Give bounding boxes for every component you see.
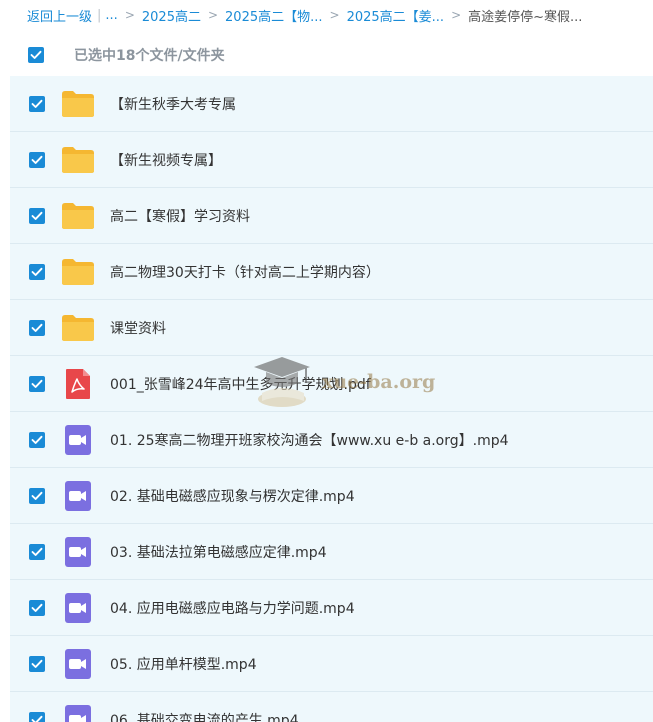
file-list: 【新生秋季大考专属 【新生视频专属】高二【寒假】学习资料高二物理30天打卡（针对高… xyxy=(10,76,653,722)
back-link[interactable]: 返回上一级 xyxy=(27,6,92,25)
file-name[interactable]: 001_张雪峰24年高中生多元升学规划.pdf xyxy=(110,374,371,394)
row-checkbox[interactable] xyxy=(29,151,45,168)
file-name[interactable]: 【新生视频专属】 xyxy=(110,150,222,170)
checkmark-icon xyxy=(31,267,43,276)
file-name[interactable]: 02. 基础电磁感应现象与楞次定律.mp4 xyxy=(110,486,355,506)
checkmark-icon xyxy=(31,491,43,500)
checkmark-icon xyxy=(31,659,43,668)
folder-icon xyxy=(62,146,94,173)
folder-icon-wrapper xyxy=(61,143,95,177)
video-icon-wrapper xyxy=(61,703,95,722)
chevron-right-icon: > xyxy=(124,8,135,22)
file-row[interactable]: 06. 基础交变电流的产生.mp4 xyxy=(10,692,653,722)
row-checkbox[interactable] xyxy=(29,207,45,224)
selection-bar: 已选中18个文件/文件夹 xyxy=(10,34,653,76)
file-name[interactable]: 高二【寒假】学习资料 xyxy=(110,206,250,226)
select-all-checkbox[interactable] xyxy=(28,47,44,63)
checkmark-icon xyxy=(31,323,43,332)
file-name[interactable]: 04. 应用电磁感应电路与力学问题.mp4 xyxy=(110,598,355,618)
chevron-right-icon: > xyxy=(329,8,340,22)
row-checkbox[interactable] xyxy=(29,599,45,616)
row-checkbox[interactable] xyxy=(29,95,45,112)
file-name[interactable]: 高二物理30天打卡（针对高二上学期内容） xyxy=(110,262,380,282)
folder-icon-wrapper xyxy=(61,87,95,121)
selection-count-text: 已选中18个文件/文件夹 xyxy=(74,48,225,64)
folder-icon xyxy=(62,258,94,285)
breadcrumb-item[interactable]: 2025高二【姜... xyxy=(347,6,444,25)
folder-icon xyxy=(62,202,94,229)
file-name[interactable]: 06. 基础交变电流的产生.mp4 xyxy=(110,710,299,722)
breadcrumb-ellipsis[interactable]: ... xyxy=(105,8,117,23)
breadcrumb-item[interactable]: 2025高二【物... xyxy=(225,6,322,25)
breadcrumb-item[interactable]: 2025高二 xyxy=(142,6,201,25)
file-row[interactable]: 高二【寒假】学习资料 xyxy=(10,188,653,244)
row-checkbox[interactable] xyxy=(29,487,45,504)
video-file-icon xyxy=(65,704,91,722)
pdf-icon xyxy=(66,368,90,399)
file-row[interactable]: 001_张雪峰24年高中生多元升学规划.pdf xyxy=(10,356,653,412)
file-name[interactable]: 【新生秋季大考专属 xyxy=(110,94,236,114)
file-name[interactable]: 01. 25寒高二物理开班家校沟通会【www.xu e-b a.org】.mp4 xyxy=(110,430,509,450)
file-row[interactable]: 课堂资料 xyxy=(10,300,653,356)
video-icon-wrapper xyxy=(61,479,95,513)
file-row[interactable]: 04. 应用电磁感应电路与力学问题.mp4 xyxy=(10,580,653,636)
breadcrumb-current: 高途姜停停~寒假... xyxy=(468,9,583,25)
file-row[interactable]: 01. 25寒高二物理开班家校沟通会【www.xu e-b a.org】.mp4 xyxy=(10,412,653,468)
file-row[interactable]: 【新生秋季大考专属 xyxy=(10,76,653,132)
pdf-icon-wrapper xyxy=(61,367,95,401)
video-file-icon xyxy=(65,592,91,623)
breadcrumb: 返回上一级 | ... > 2025高二 > 2025高二【物... > 202… xyxy=(0,0,653,30)
row-checkbox[interactable] xyxy=(29,655,45,672)
video-file-icon xyxy=(65,424,91,455)
row-checkbox[interactable] xyxy=(29,375,45,392)
checkmark-icon xyxy=(31,99,43,108)
video-icon-wrapper xyxy=(61,423,95,457)
folder-icon xyxy=(62,90,94,117)
video-file-icon xyxy=(65,536,91,567)
row-checkbox[interactable] xyxy=(29,263,45,280)
folder-icon-wrapper xyxy=(61,255,95,289)
row-checkbox[interactable] xyxy=(29,711,45,722)
file-row[interactable]: 02. 基础电磁感应现象与楞次定律.mp4 xyxy=(10,468,653,524)
checkmark-icon xyxy=(31,547,43,556)
file-row[interactable]: 03. 基础法拉第电磁感应定律.mp4 xyxy=(10,524,653,580)
folder-icon xyxy=(62,314,94,341)
checkmark-icon xyxy=(31,155,43,164)
file-name[interactable]: 05. 应用单杆模型.mp4 xyxy=(110,654,257,674)
chevron-right-icon: > xyxy=(451,8,462,22)
file-row[interactable]: 高二物理30天打卡（针对高二上学期内容） xyxy=(10,244,653,300)
row-checkbox[interactable] xyxy=(29,543,45,560)
folder-icon-wrapper xyxy=(61,311,95,345)
file-row[interactable]: 05. 应用单杆模型.mp4 xyxy=(10,636,653,692)
file-row[interactable]: 【新生视频专属】 xyxy=(10,132,653,188)
row-checkbox[interactable] xyxy=(29,431,45,448)
video-icon-wrapper xyxy=(61,591,95,625)
checkmark-icon xyxy=(30,50,42,59)
checkmark-icon xyxy=(31,435,43,444)
folder-icon-wrapper xyxy=(61,199,95,233)
checkmark-icon xyxy=(31,379,43,388)
video-file-icon xyxy=(65,648,91,679)
file-name[interactable]: 03. 基础法拉第电磁感应定律.mp4 xyxy=(110,542,327,562)
checkmark-icon xyxy=(31,715,43,722)
checkmark-icon xyxy=(31,603,43,612)
checkmark-icon xyxy=(31,211,43,220)
chevron-right-icon: > xyxy=(207,8,219,22)
video-file-icon xyxy=(65,480,91,511)
file-name[interactable]: 课堂资料 xyxy=(110,318,166,338)
row-checkbox[interactable] xyxy=(29,319,45,336)
video-icon-wrapper xyxy=(61,647,95,681)
breadcrumb-pipe: | xyxy=(97,7,102,23)
video-icon-wrapper xyxy=(61,535,95,569)
